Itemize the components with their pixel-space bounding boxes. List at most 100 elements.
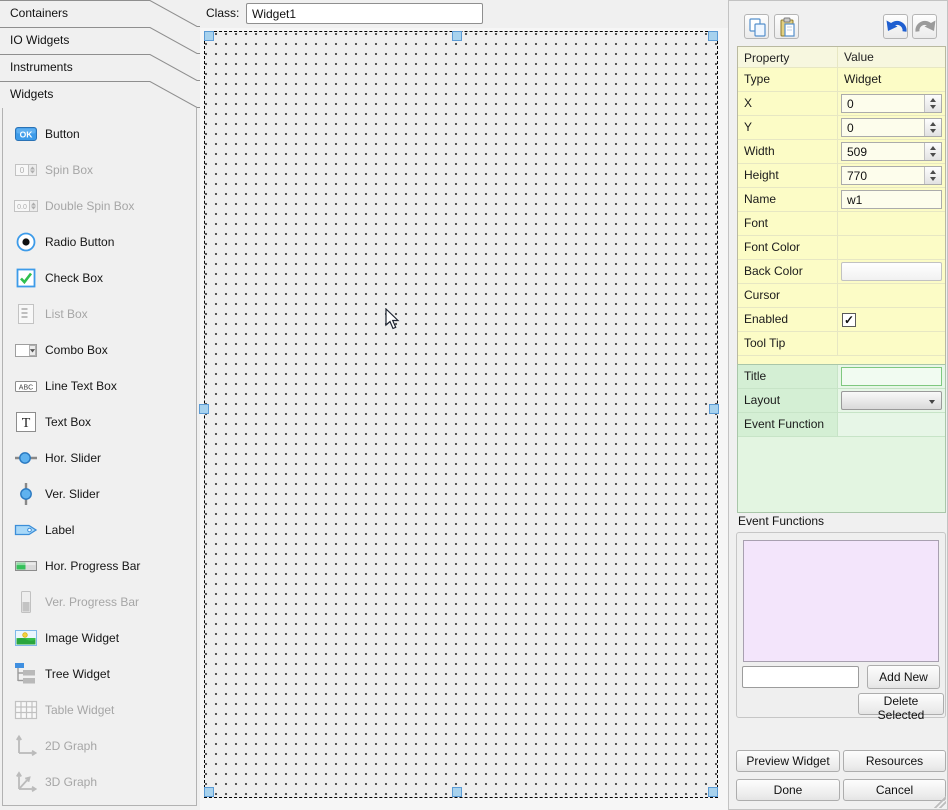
window-resize-grip[interactable] bbox=[934, 796, 946, 808]
resources-button[interactable]: Resources bbox=[843, 750, 946, 772]
hor-slider-icon bbox=[14, 446, 38, 470]
palette-item-image-widget[interactable]: Image Widget bbox=[3, 620, 196, 656]
spin-down-icon[interactable] bbox=[930, 105, 936, 109]
palette-item-button[interactable]: OKButton bbox=[3, 116, 196, 152]
enabled-checkbox[interactable]: ✓ bbox=[842, 313, 856, 327]
class-name-input[interactable] bbox=[246, 3, 483, 24]
layout-dropdown[interactable] bbox=[841, 391, 942, 410]
radio-button-icon bbox=[14, 230, 38, 254]
spinbox-arrows[interactable] bbox=[924, 167, 941, 184]
done-button[interactable]: Done bbox=[736, 779, 840, 801]
palette-item-line-text-box[interactable]: ABC Line Text Box bbox=[3, 368, 196, 404]
palette-item-label: Hor. Slider bbox=[45, 440, 101, 476]
property-name: Event Function bbox=[738, 413, 838, 436]
resize-handle-top-right[interactable] bbox=[708, 31, 718, 41]
property-name: Type bbox=[738, 68, 838, 91]
design-surface-area: Class: bbox=[200, 0, 728, 810]
widget-list-panel: OKButton0Spin Box0.0Double Spin BoxRadio… bbox=[2, 108, 197, 806]
property-row-height: Height770 bbox=[738, 164, 945, 188]
palette-item-label: Line Text Box bbox=[45, 368, 117, 404]
title-value-input[interactable] bbox=[841, 367, 942, 386]
palette-item-double-spin-box: 0.0Double Spin Box bbox=[3, 188, 196, 224]
double-spin-box-icon: 0.0 bbox=[14, 194, 38, 218]
palette-item-label: Table Widget bbox=[45, 692, 114, 728]
add-new-button[interactable]: Add New bbox=[867, 665, 940, 689]
resize-handle-top-left[interactable] bbox=[204, 31, 214, 41]
property-row-width: Width509 bbox=[738, 140, 945, 164]
tab-instruments[interactable]: Instruments bbox=[0, 54, 200, 81]
palette-item-spin-box: 0Spin Box bbox=[3, 152, 196, 188]
text-box-icon: T bbox=[14, 410, 38, 434]
property-table: Property Value TypeWidgetX0Y0Width509Hei… bbox=[737, 46, 946, 367]
property-name: Layout bbox=[738, 389, 838, 412]
spinbox-value[interactable]: 0 bbox=[842, 95, 924, 112]
property-name: Y bbox=[738, 116, 838, 139]
list-box-icon bbox=[14, 302, 38, 326]
preview-widget-button[interactable]: Preview Widget bbox=[736, 750, 840, 772]
palette-item-hor-progress-bar[interactable]: Hor. Progress Bar bbox=[3, 548, 196, 584]
palette-item-text-box[interactable]: TText Box bbox=[3, 404, 196, 440]
resize-handle-bottom-right[interactable] bbox=[708, 787, 718, 797]
palette-item-tree-widget[interactable]: Tree Widget bbox=[3, 656, 196, 692]
spin-up-icon[interactable] bbox=[930, 146, 936, 150]
tab-containers[interactable]: Containers bbox=[0, 0, 200, 27]
palette-item-radio-button[interactable]: Radio Button bbox=[3, 224, 196, 260]
palette-item-label[interactable]: Label bbox=[3, 512, 196, 548]
property-name: Font Color bbox=[738, 236, 838, 259]
button-ok-icon: OK bbox=[14, 122, 38, 146]
spinbox-arrows[interactable] bbox=[924, 143, 941, 160]
y-spinbox[interactable]: 0 bbox=[841, 118, 942, 137]
delete-selected-button[interactable]: Delete Selected bbox=[858, 693, 944, 715]
spin-down-icon[interactable] bbox=[930, 129, 936, 133]
cancel-button[interactable]: Cancel bbox=[843, 779, 946, 801]
resize-handle-top-middle[interactable] bbox=[452, 31, 462, 41]
paste-button[interactable] bbox=[774, 14, 799, 39]
spinbox-value[interactable]: 0 bbox=[842, 119, 924, 136]
undo-button[interactable] bbox=[883, 14, 908, 39]
back-color-picker-button[interactable] bbox=[841, 262, 942, 281]
property-name: Name bbox=[738, 188, 838, 211]
layout-row-event-function: Event Function bbox=[738, 413, 945, 437]
spin-up-icon[interactable] bbox=[930, 170, 936, 174]
palette-item-hor-slider[interactable]: Hor. Slider bbox=[3, 440, 196, 476]
redo-button[interactable] bbox=[912, 14, 937, 39]
tab-widgets[interactable]: Widgets bbox=[0, 81, 200, 108]
resize-handle-middle-left[interactable] bbox=[199, 404, 209, 414]
spinbox-value[interactable]: 509 bbox=[842, 143, 924, 160]
event-functions-list[interactable] bbox=[743, 540, 939, 662]
tab-io-widgets[interactable]: IO Widgets bbox=[0, 27, 200, 54]
palette-item-ver-slider[interactable]: Ver. Slider bbox=[3, 476, 196, 512]
svg-text:0.0: 0.0 bbox=[17, 204, 27, 211]
graph-2d-icon bbox=[14, 734, 38, 758]
palette-item-label: Ver. Slider bbox=[45, 476, 100, 512]
resize-handle-middle-right[interactable] bbox=[709, 404, 719, 414]
width-spinbox[interactable]: 509 bbox=[841, 142, 942, 161]
palette-item-combo-box[interactable]: Combo Box bbox=[3, 332, 196, 368]
name-value-input[interactable]: w1 bbox=[841, 190, 942, 209]
spinbox-arrows[interactable] bbox=[924, 119, 941, 136]
property-name: Width bbox=[738, 140, 838, 163]
spin-down-icon[interactable] bbox=[930, 177, 936, 181]
event-functions-section-label: Event Functions bbox=[738, 514, 824, 528]
x-spinbox[interactable]: 0 bbox=[841, 94, 942, 113]
palette-item-label: Check Box bbox=[45, 260, 103, 296]
resize-handle-bottom-middle[interactable] bbox=[452, 787, 462, 797]
spinbox-value[interactable]: 770 bbox=[842, 167, 924, 184]
spin-up-icon[interactable] bbox=[930, 122, 936, 126]
spin-up-icon[interactable] bbox=[930, 98, 936, 102]
property-value-text: Widget bbox=[838, 72, 881, 86]
event-function-name-input[interactable] bbox=[742, 666, 859, 688]
palette-item-check-box[interactable]: Check Box bbox=[3, 260, 196, 296]
line-text-box-icon: ABC bbox=[14, 374, 38, 398]
spinbox-arrows[interactable] bbox=[924, 95, 941, 112]
height-spinbox[interactable]: 770 bbox=[841, 166, 942, 185]
spin-down-icon[interactable] bbox=[930, 153, 936, 157]
copy-button[interactable] bbox=[744, 14, 769, 39]
palette-item-label: Radio Button bbox=[45, 224, 114, 260]
design-canvas[interactable] bbox=[204, 31, 718, 798]
palette-item-label: Spin Box bbox=[45, 152, 93, 188]
palette-item-label: 2D Graph bbox=[45, 728, 97, 764]
tree-widget-icon bbox=[14, 662, 38, 686]
palette-item-ver-progress-bar: Ver. Progress Bar bbox=[3, 584, 196, 620]
resize-handle-bottom-left[interactable] bbox=[204, 787, 214, 797]
